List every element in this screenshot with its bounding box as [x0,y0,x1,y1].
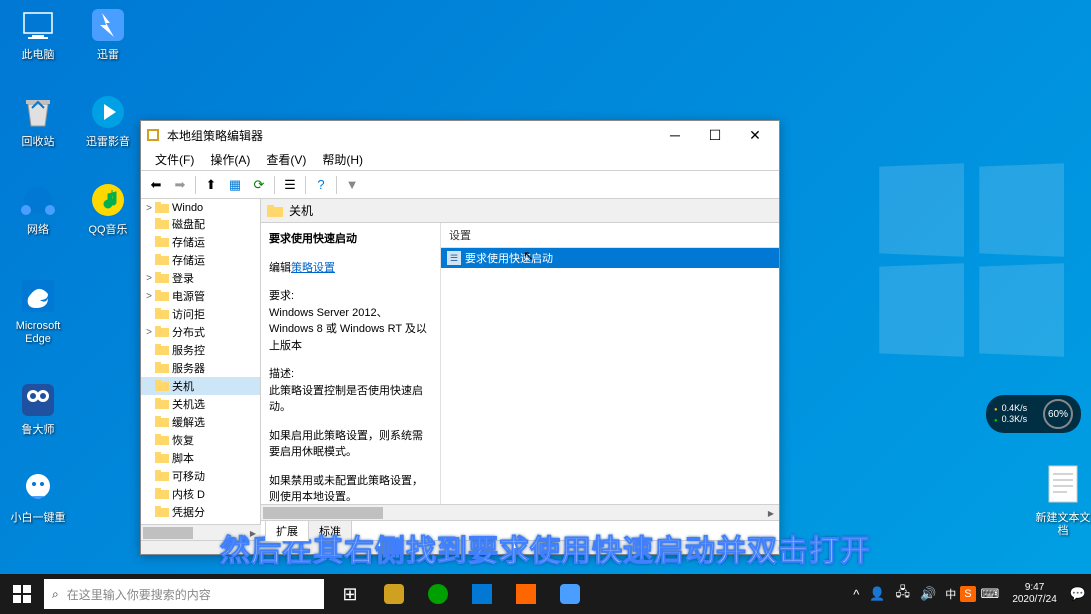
horizontal-scrollbar[interactable]: ▶ [261,504,779,520]
search-input[interactable]: ⌕ 在这里输入你要搜索的内容 [44,579,324,609]
filter-button[interactable]: ▼ [341,174,363,196]
taskview-button[interactable]: ⊞ [328,574,372,614]
show-tree-button[interactable]: ▦ [224,174,246,196]
column-header-setting[interactable]: 设置 [441,223,779,248]
tree-item-16[interactable]: 内核 D [141,485,260,503]
up-button[interactable]: ⬆ [200,174,222,196]
tree-item-6[interactable]: 访问拒 [141,305,260,323]
tray-people-icon[interactable]: 👤 [864,586,890,602]
tree-item-14[interactable]: 脚本 [141,449,260,467]
tree-item-8[interactable]: 服务控 [141,341,260,359]
network-icon [18,180,58,220]
tree-item-4[interactable]: >登录 [141,269,260,287]
recycle-bin-icon [18,92,58,132]
tree-item-7[interactable]: >分布式 [141,323,260,341]
gpedit-window: 本地组策略编辑器 ─ ☐ ✕ 文件(F) 操作(A) 查看(V) 帮助(H) ⬅… [140,120,780,555]
taskbar: ⌕ 在这里输入你要搜索的内容 ⊞ ^ 👤 🖧 🔊 中 S ⌨ 9:47 2020… [0,574,1091,614]
tree-item-9[interactable]: 服务器 [141,359,260,377]
tab-extended[interactable]: 扩展 [265,520,309,541]
cpu-usage: 60% [1043,399,1073,429]
back-button[interactable]: ⬅ [145,174,167,196]
tree-item-2[interactable]: 存储运 [141,233,260,251]
tree-item-10[interactable]: 关机 [141,377,260,395]
taskbar-app-3[interactable] [460,574,504,614]
desktop-icon-xiaobai[interactable]: 小白一键重 [8,468,68,525]
tree-pane[interactable]: >Windo磁盘配存储运存储运>登录>电源管访问拒>分布式服务控服务器关机关机选… [141,199,261,540]
tray-network-icon[interactable]: 🖧 [891,583,916,605]
detail-pane: 要求使用快速启动 编辑策略设置 要求: Windows Server 2012、… [261,223,441,504]
titlebar[interactable]: 本地组策略编辑器 ─ ☐ ✕ [141,121,779,149]
edge-icon [18,276,58,316]
refresh-button[interactable]: ⟳ [248,174,270,196]
taskbar-app-1[interactable] [372,574,416,614]
taskbar-app-5[interactable] [548,574,592,614]
tree-item-13[interactable]: 恢复 [141,431,260,449]
pane-header-text: 关机 [289,202,313,219]
policy-item-fast-startup[interactable]: ☰ 要求使用快速启动 [441,248,779,268]
close-button[interactable]: ✕ [735,122,775,148]
text-file-icon [1043,468,1083,508]
maximize-button[interactable]: ☐ [695,122,735,148]
upload-speed: 0.4K/s [994,403,1043,414]
tree-item-5[interactable]: >电源管 [141,287,260,305]
tree-item-3[interactable]: 存储运 [141,251,260,269]
toolbar: ⬅ ➡ ⬆ ▦ ⟳ ☰ ? ▼ [141,171,779,199]
tree-item-12[interactable]: 缓解选 [141,413,260,431]
notifications-button[interactable]: 💬 [1065,586,1091,602]
menu-file[interactable]: 文件(F) [147,149,202,170]
desktop-icon-recycle-bin[interactable]: 回收站 [8,92,68,149]
forward-button[interactable]: ➡ [169,174,191,196]
pc-icon [18,5,58,45]
policy-icon: ☰ [447,251,461,265]
taskbar-app-2[interactable] [416,574,460,614]
ludashi-icon [18,380,58,420]
xunlei-icon [88,5,128,45]
desktop-icon-network[interactable]: 网络 [8,180,68,237]
clock[interactable]: 9:47 2020/7/24 [1004,582,1065,606]
edit-policy-link[interactable]: 策略设置 [291,262,335,274]
minimize-button[interactable]: ─ [655,122,695,148]
subtitle-overlay: 然后在其右侧找到要求使用快速启动并双击打开 [220,526,871,570]
tree-item-15[interactable]: 可移动 [141,467,260,485]
policy-title: 要求使用快速启动 [269,231,432,248]
tree-item-1[interactable]: 磁盘配 [141,215,260,233]
desktop-icon-this-pc[interactable]: 此电脑 [8,5,68,62]
sogou-indicator[interactable]: S [960,586,975,602]
ime-indicator[interactable]: 中 [941,586,960,602]
menubar: 文件(F) 操作(A) 查看(V) 帮助(H) [141,149,779,171]
desktop-icon-xunlei[interactable]: 迅雷 [78,5,138,62]
xiaobai-icon [18,468,58,508]
desktop-icon-text-file[interactable]: 新建文本文档 [1033,468,1091,538]
taskbar-app-4[interactable] [504,574,548,614]
menu-action[interactable]: 操作(A) [202,149,258,170]
app-icon [145,127,161,143]
desktop-icon-ludashi[interactable]: 鲁大师 [8,380,68,437]
menu-view[interactable]: 查看(V) [258,149,314,170]
properties-button[interactable]: ☰ [279,174,301,196]
tree-item-0[interactable]: >Windo [141,201,260,215]
qqmusic-icon [88,180,128,220]
tray-keyboard-icon[interactable]: ⌨ [976,586,1005,602]
window-title: 本地组策略编辑器 [167,127,655,144]
search-icon: ⌕ [52,587,59,602]
menu-help[interactable]: 帮助(H) [314,149,371,170]
start-button[interactable] [0,574,44,614]
tray-volume-icon[interactable]: 🔊 [915,586,941,602]
desktop-icon-qqmusic[interactable]: QQ音乐 [78,180,138,237]
desktop-icon-xunlei-video[interactable]: 迅雷影音 [78,92,138,149]
policy-list-pane: 设置 ☰ 要求使用快速启动 [441,223,779,504]
help-button[interactable]: ? [310,174,332,196]
xunlei-video-icon [88,92,128,132]
tree-item-11[interactable]: 关机选 [141,395,260,413]
tree-item-17[interactable]: 凭据分 [141,503,260,521]
desktop-icon-edge[interactable]: Microsoft Edge [8,276,68,346]
network-meter-overlay[interactable]: 0.4K/s 0.3K/s 60% [986,395,1081,433]
download-speed: 0.3K/s [994,414,1043,425]
pane-header: 关机 [261,199,779,223]
tray-chevron[interactable]: ^ [848,587,864,602]
